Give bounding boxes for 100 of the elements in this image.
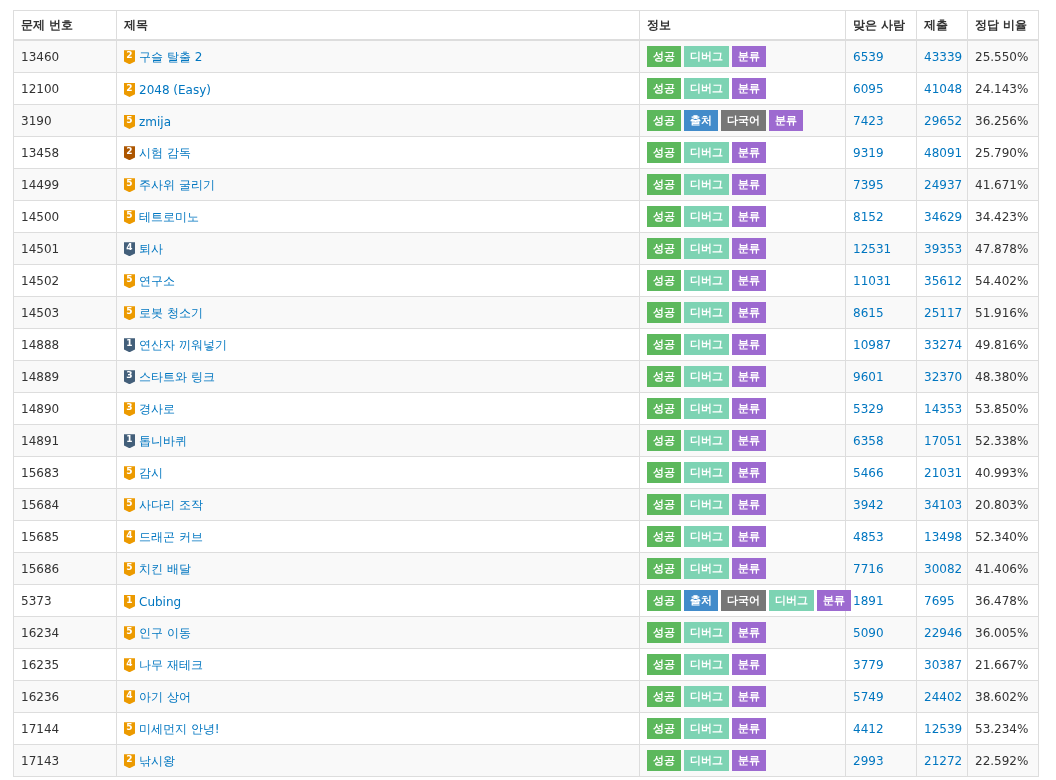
info-label[interactable]: 분류: [769, 110, 803, 131]
solved-count-link[interactable]: 6358: [853, 433, 884, 448]
solved-count-link[interactable]: 5466: [853, 465, 884, 480]
problem-title-link[interactable]: 나무 재테크: [139, 656, 203, 674]
solved-count-link[interactable]: 7423: [853, 113, 884, 128]
problem-title-link[interactable]: 인구 이동: [139, 624, 191, 642]
solved-count-link[interactable]: 4412: [853, 721, 884, 736]
info-label[interactable]: 성공: [647, 526, 681, 547]
info-label[interactable]: 성공: [647, 494, 681, 515]
problem-title-link[interactable]: 치킨 배달: [139, 560, 191, 578]
solved-count-link[interactable]: 1891: [853, 593, 884, 608]
info-label[interactable]: 성공: [647, 206, 681, 227]
problem-title-link[interactable]: 로봇 청소기: [139, 304, 203, 322]
solved-count-link[interactable]: 8152: [853, 209, 884, 224]
solved-count-link[interactable]: 7395: [853, 177, 884, 192]
problem-title-link[interactable]: 드래곤 커브: [139, 528, 203, 546]
info-label[interactable]: 성공: [647, 718, 681, 739]
table-cell: 24.143%: [967, 72, 1039, 105]
info-label[interactable]: 분류: [732, 302, 766, 323]
info-label[interactable]: 분류: [732, 238, 766, 259]
info-label[interactable]: 성공: [647, 366, 681, 387]
solved-count-link[interactable]: 3779: [853, 657, 884, 672]
info-label[interactable]: 성공: [647, 142, 681, 163]
info-label[interactable]: 분류: [732, 206, 766, 227]
problem-title-link[interactable]: Cubing: [139, 595, 182, 609]
problem-title-link[interactable]: 경사로: [139, 400, 175, 418]
info-label[interactable]: 분류: [732, 686, 766, 707]
info-label[interactable]: 성공: [647, 78, 681, 99]
table-cell: 14500: [13, 200, 117, 233]
info-label[interactable]: 성공: [647, 654, 681, 675]
info-label[interactable]: 분류: [732, 78, 766, 99]
info-label[interactable]: 분류: [732, 462, 766, 483]
solved-count-link[interactable]: 5749: [853, 689, 884, 704]
info-label[interactable]: 출처: [684, 110, 718, 131]
table-cell: 14502: [13, 264, 117, 297]
table-cell: 41.406%: [967, 552, 1039, 585]
problem-title-link[interactable]: 감시: [139, 464, 163, 482]
problem-title-link[interactable]: zmija: [139, 115, 171, 129]
info-label[interactable]: 분류: [732, 494, 766, 515]
problem-title-link[interactable]: 주사위 굴리기: [139, 176, 215, 194]
info-label[interactable]: 분류: [732, 718, 766, 739]
info-label[interactable]: 성공: [647, 590, 681, 611]
info-label[interactable]: 분류: [817, 590, 851, 611]
info-label[interactable]: 성공: [647, 270, 681, 291]
info-label[interactable]: 분류: [732, 526, 766, 547]
info-label[interactable]: 다국어: [721, 110, 766, 131]
info-label[interactable]: 성공: [647, 462, 681, 483]
problem-title-link[interactable]: 구슬 탈출 2: [139, 48, 203, 66]
info-label[interactable]: 분류: [732, 622, 766, 643]
info-label[interactable]: 분류: [732, 174, 766, 195]
problem-title-link[interactable]: 연구소: [139, 272, 175, 290]
problem-title-link[interactable]: 테트로미노: [139, 208, 199, 226]
problem-title-link[interactable]: 아기 상어: [139, 688, 191, 706]
problem-title-link[interactable]: 미세먼지 안녕!: [139, 720, 220, 738]
info-label[interactable]: 분류: [732, 334, 766, 355]
info-label[interactable]: 분류: [732, 270, 766, 291]
info-label[interactable]: 성공: [647, 238, 681, 259]
info-label[interactable]: 분류: [732, 654, 766, 675]
problem-title-link[interactable]: 연산자 끼워넣기: [139, 336, 227, 354]
table-cell: 14890: [13, 392, 117, 425]
info-label[interactable]: 성공: [647, 750, 681, 771]
solved-count-link[interactable]: 4853: [853, 529, 884, 544]
problem-title-link[interactable]: 낚시왕: [139, 752, 175, 770]
problem-title-link[interactable]: 스타트와 링크: [139, 368, 215, 386]
info-label[interactable]: 성공: [647, 686, 681, 707]
solved-count-link[interactable]: 3942: [853, 497, 884, 512]
info-label[interactable]: 성공: [647, 558, 681, 579]
info-label[interactable]: 분류: [732, 558, 766, 579]
solved-count-link[interactable]: 7716: [853, 561, 884, 576]
solved-count-link[interactable]: 9601: [853, 369, 884, 384]
info-label[interactable]: 분류: [732, 750, 766, 771]
info-label[interactable]: 다국어: [721, 590, 766, 611]
solved-count-link[interactable]: 5329: [853, 401, 884, 416]
solved-count-link[interactable]: 5090: [853, 625, 884, 640]
info-label[interactable]: 분류: [732, 430, 766, 451]
info-label[interactable]: 성공: [647, 46, 681, 67]
problem-title-link[interactable]: 사다리 조작: [139, 496, 203, 514]
problem-title-link[interactable]: 퇴사: [139, 240, 163, 258]
info-label[interactable]: 성공: [647, 110, 681, 131]
problem-title-link[interactable]: 톱니바퀴: [139, 432, 187, 450]
problem-title-link[interactable]: 시험 감독: [139, 144, 191, 162]
solved-count-link[interactable]: 6095: [853, 81, 884, 96]
solved-count-link[interactable]: 8615: [853, 305, 884, 320]
info-label[interactable]: 성공: [647, 398, 681, 419]
solved-count-link[interactable]: 9319: [853, 145, 884, 160]
info-label[interactable]: 성공: [647, 622, 681, 643]
info-label[interactable]: 분류: [732, 142, 766, 163]
info-label[interactable]: 분류: [732, 398, 766, 419]
solved-count-link[interactable]: 6539: [853, 49, 884, 64]
info-label[interactable]: 성공: [647, 430, 681, 451]
info-label[interactable]: 분류: [732, 46, 766, 67]
solved-count-link[interactable]: 2993: [853, 753, 884, 768]
problem-title-link[interactable]: 2048 (Easy): [139, 83, 211, 97]
info-label[interactable]: 성공: [647, 302, 681, 323]
table-cell: 40.993%: [967, 456, 1039, 489]
info-label[interactable]: 출처: [684, 590, 718, 611]
info-label[interactable]: 분류: [732, 366, 766, 387]
info-label[interactable]: 성공: [647, 174, 681, 195]
table-cell: 53.234%: [967, 712, 1039, 745]
info-label[interactable]: 성공: [647, 334, 681, 355]
